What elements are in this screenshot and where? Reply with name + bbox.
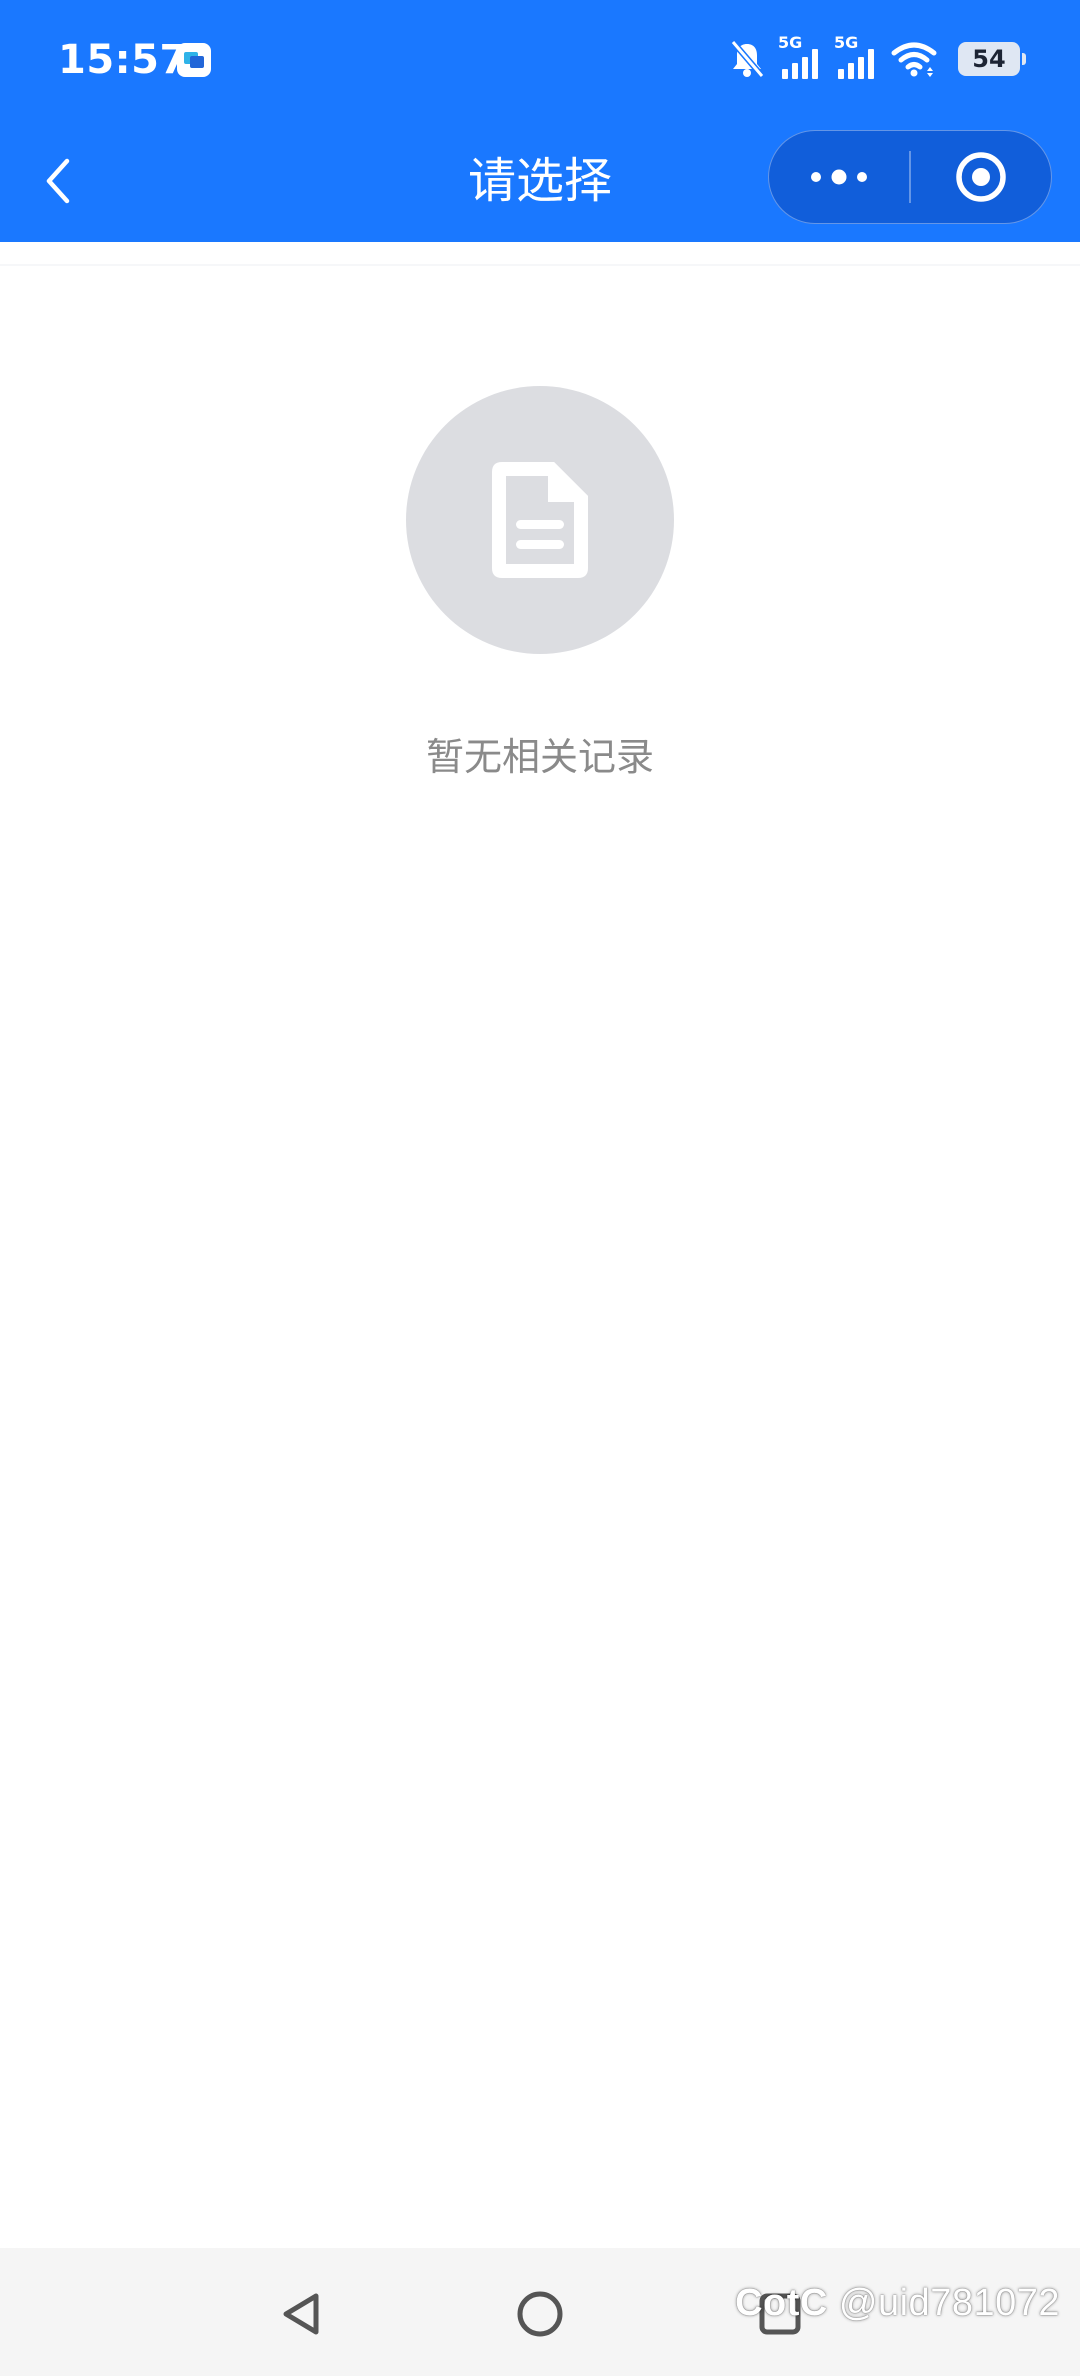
system-home-button[interactable] (510, 2284, 570, 2344)
more-dots-icon (811, 169, 867, 185)
battery-level: 54 (972, 45, 1006, 73)
app-notification-icon (177, 43, 211, 77)
mini-program-capsule (768, 130, 1052, 224)
divider (0, 264, 1080, 266)
watermark: CotC @uid781072 (735, 2282, 1060, 2325)
content-area: 暂无相关记录 (0, 242, 1080, 2248)
signal-5g-icon: 5G (834, 33, 878, 81)
empty-state-message: 暂无相关记录 (425, 735, 654, 779)
target-circle-icon (956, 152, 1006, 202)
status-bar: 15:57 5G 5G 54 (0, 0, 1080, 120)
bell-muted-icon (730, 40, 765, 78)
close-button[interactable] (911, 131, 1051, 223)
watermark-logo: CotC (735, 2282, 828, 2324)
watermark-text: @uid781072 (838, 2282, 1060, 2324)
status-time: 15:57 (58, 37, 188, 83)
more-button[interactable] (769, 131, 909, 223)
signal-5g-icon: 5G (778, 33, 822, 81)
wifi-icon (891, 42, 937, 77)
document-icon (492, 462, 588, 578)
system-back-button[interactable] (270, 2284, 330, 2344)
nav-bar: 请选择 (0, 120, 1080, 242)
battery-icon: 54 (958, 42, 1026, 76)
status-indicators: 5G 5G 54 (728, 33, 1026, 84)
circle-home-icon (517, 2291, 563, 2337)
triangle-back-icon (283, 2293, 319, 2335)
empty-state-illustration (406, 386, 674, 654)
screen: 15:57 5G 5G 54 请选择 暂无相关记录 CotC @uid78107… (0, 0, 1080, 2376)
